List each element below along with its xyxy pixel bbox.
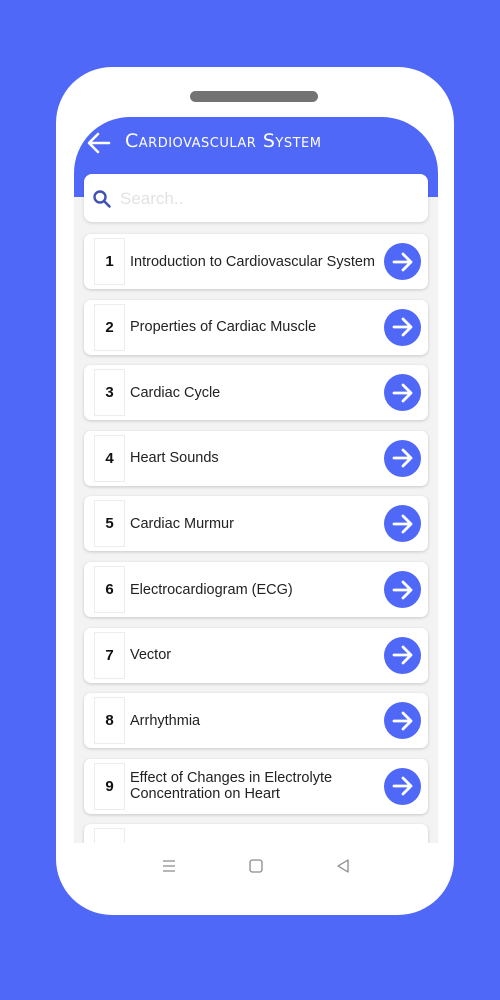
topic-number: 8 (94, 697, 125, 745)
topic-number: 4 (94, 434, 125, 482)
search-icon (93, 190, 111, 208)
topic-list-item-partial[interactable] (84, 824, 428, 843)
arrow-right-icon (392, 448, 412, 468)
nav-home-button[interactable] (247, 857, 265, 875)
arrow-right-icon (392, 645, 412, 665)
topic-label: Electrocardiogram (ECG) (130, 581, 293, 598)
open-topic-button[interactable] (384, 374, 421, 412)
open-topic-button[interactable] (384, 243, 421, 280)
topic-label: Cardiac Cycle (130, 384, 221, 401)
topic-number: 3 (94, 369, 125, 417)
topic-number: 5 (94, 500, 125, 548)
topic-label: Properties of Cardiac Muscle (130, 319, 317, 336)
arrow-right-icon (392, 383, 412, 403)
arrow-right-icon (392, 776, 412, 796)
back-button[interactable] (86, 131, 112, 155)
topic-number: 9 (94, 762, 125, 810)
topic-number: 2 (94, 303, 125, 351)
arrow-right-icon (392, 580, 412, 599)
topic-label: Vector (130, 647, 172, 664)
menu-icon (163, 860, 175, 872)
open-topic-button[interactable] (384, 702, 421, 740)
page-title: Cardiovascular System (125, 130, 322, 152)
system-nav-bar (74, 843, 438, 888)
arrow-right-icon (392, 317, 412, 337)
open-topic-button[interactable] (384, 439, 421, 477)
topic-label: Cardiac Murmur (130, 515, 234, 532)
nav-menu-button[interactable] (160, 857, 178, 875)
topic-list-item[interactable]: 5 Cardiac Murmur (84, 496, 428, 552)
arrow-right-icon (392, 711, 412, 731)
topic-number: 7 (94, 631, 125, 679)
arrow-right-icon (392, 514, 412, 534)
topic-list-item[interactable]: 4 Heart Sounds (84, 430, 428, 486)
phone-speaker (190, 91, 318, 102)
back-triangle-icon (337, 859, 349, 873)
topic-list-item[interactable]: 8 Arrhythmia (84, 693, 428, 749)
topic-label: Effect of Changes in Electrolyte Concent… (130, 770, 333, 803)
open-topic-button[interactable] (384, 571, 421, 608)
topic-list-item[interactable]: 9 Effect of Changes in Electrolyte Concen… (84, 758, 428, 814)
arrow-right-icon (392, 252, 412, 271)
topic-label: Introduction to Cardiovascular System (130, 253, 375, 270)
topic-list-item[interactable]: 6 Electrocardiogram (ECG) (84, 562, 428, 617)
open-topic-button[interactable] (384, 308, 421, 346)
open-topic-button[interactable] (384, 767, 421, 805)
topic-list-item[interactable]: 7 Vector (84, 627, 428, 683)
topic-list-item[interactable]: 2 Properties of Cardiac Muscle (84, 299, 428, 355)
app-screen: Cardiovascular System 1 Introduction to C… (74, 117, 438, 843)
topic-list-item[interactable]: 1 Introduction to Cardiovascular System (84, 234, 428, 289)
search-input[interactable] (118, 184, 422, 214)
open-topic-button[interactable] (384, 505, 421, 543)
nav-back-button[interactable] (334, 857, 352, 875)
search-bar[interactable] (84, 174, 428, 222)
topic-number: 6 (94, 566, 125, 613)
arrow-left-icon (87, 132, 111, 154)
open-topic-button[interactable] (384, 636, 421, 674)
topic-number (94, 828, 125, 843)
home-square-icon (249, 859, 263, 873)
topic-list-item[interactable]: 3 Cardiac Cycle (84, 365, 428, 421)
topic-label: Heart Sounds (130, 450, 219, 467)
topic-number: 1 (94, 238, 125, 285)
topic-label: Arrhythmia (130, 712, 201, 729)
